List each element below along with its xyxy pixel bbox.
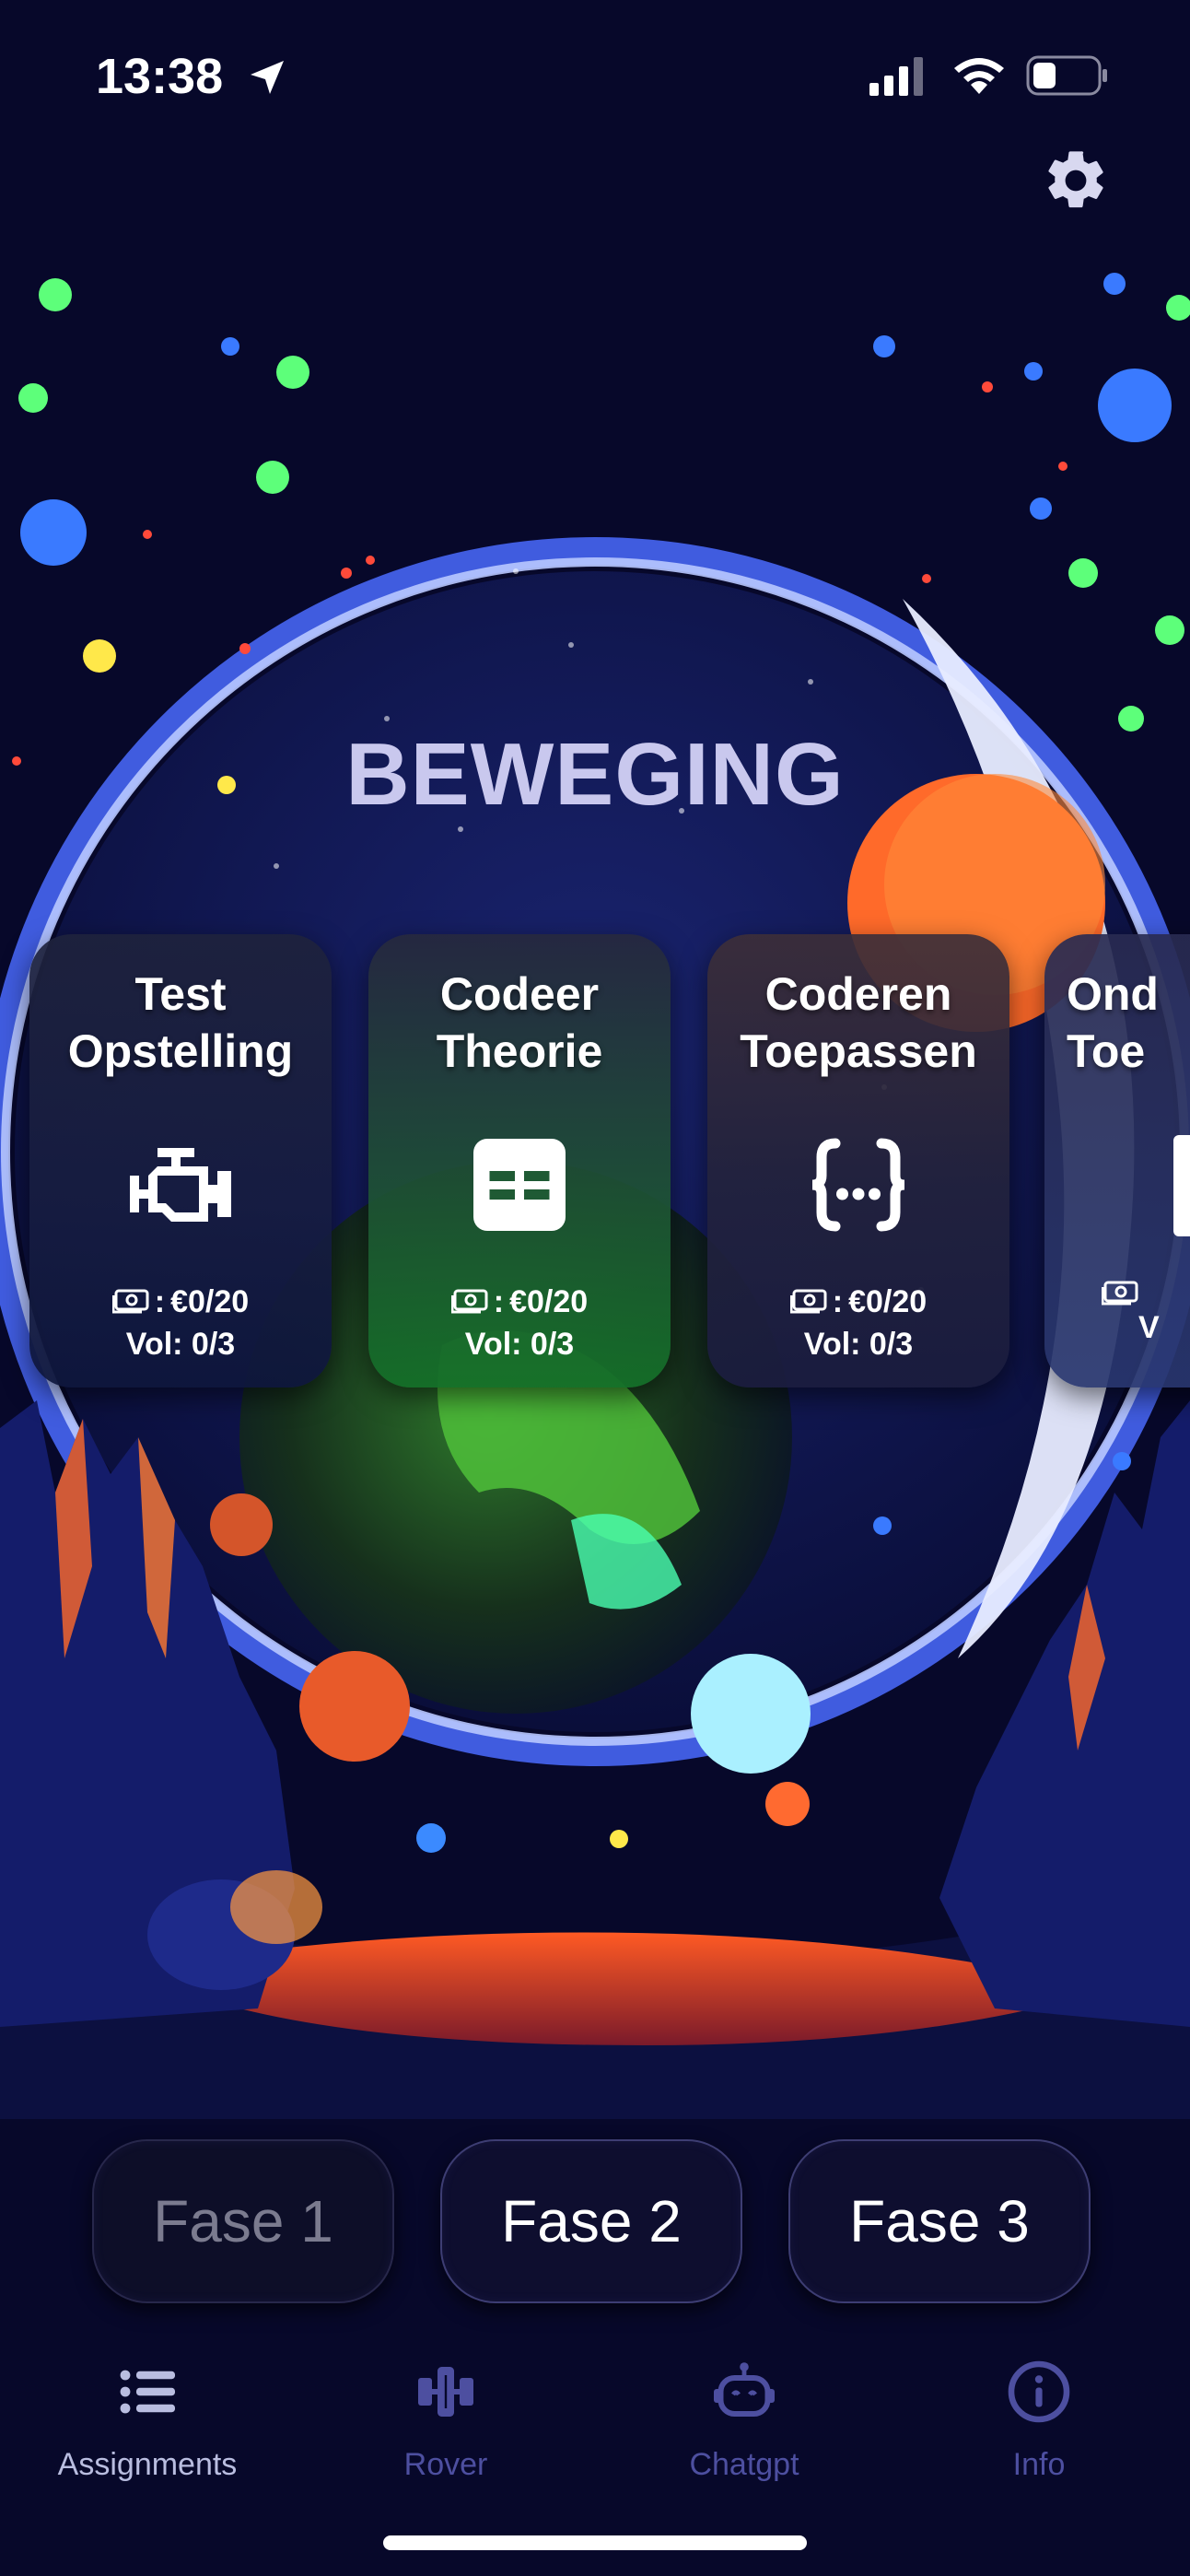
list-icon bbox=[120, 2370, 175, 2414]
table-icon bbox=[473, 1139, 566, 1231]
status-time: 13:38 bbox=[96, 49, 224, 104]
robot-icon bbox=[714, 2362, 775, 2417]
info-icon bbox=[1008, 2360, 1070, 2423]
card-vol: Vol: 0/3 bbox=[803, 1327, 914, 1362]
phase-1-button[interactable]: Fase 1 bbox=[92, 2139, 394, 2303]
money-icon bbox=[111, 1289, 149, 1314]
card-money-line: : €0/20 bbox=[368, 1281, 671, 1323]
assignment-card-partial[interactable]: Ond Toe V bbox=[1044, 934, 1190, 1388]
card-title-line1: Ond bbox=[1067, 968, 1159, 1020]
battery-icon bbox=[1026, 55, 1107, 96]
tab-assignments[interactable]: Assignments bbox=[28, 2359, 267, 2497]
money-prefix: : bbox=[154, 1284, 166, 1319]
tab-label: Info bbox=[1012, 2447, 1066, 2482]
card-title-line2: Opstelling bbox=[67, 1025, 294, 1077]
card-stats: : €0/20 Vol: 0/3 bbox=[707, 1281, 1009, 1365]
home-indicator[interactable] bbox=[383, 2535, 807, 2550]
card-title-line2: Toepassen bbox=[740, 1025, 977, 1077]
money-icon bbox=[789, 1289, 827, 1314]
cellular-signal-icon bbox=[869, 57, 923, 96]
money-prefix: : bbox=[493, 1284, 505, 1319]
tab-rover[interactable]: Rover bbox=[326, 2359, 566, 2497]
phase-3-button[interactable]: Fase 3 bbox=[788, 2139, 1091, 2303]
money-icon bbox=[450, 1289, 488, 1314]
code-braces-icon bbox=[811, 1138, 905, 1232]
card-title: Ond Toe bbox=[1067, 966, 1190, 1080]
card-icon-partial bbox=[1173, 1135, 1190, 1236]
card-money: €0/20 bbox=[848, 1284, 928, 1319]
card-title-line2: Toe bbox=[1067, 1025, 1146, 1077]
settings-gear-icon[interactable] bbox=[1041, 146, 1111, 216]
satellite-icon bbox=[418, 2367, 473, 2417]
wifi-icon bbox=[954, 58, 1004, 94]
card-title: Coderen Toepassen bbox=[707, 966, 1009, 1080]
tab-label: Rover bbox=[403, 2447, 488, 2482]
phase-2-button[interactable]: Fase 2 bbox=[440, 2139, 742, 2303]
location-arrow-icon bbox=[251, 61, 284, 94]
assignment-card-test-opstelling[interactable]: Test Opstelling : €0/20 Vol: 0/3 bbox=[29, 934, 332, 1388]
card-title-line1: Codeer bbox=[439, 968, 600, 1020]
card-vol: Vol: 0/3 bbox=[464, 1327, 575, 1362]
card-stats: V bbox=[1102, 1281, 1190, 1349]
section-title: BEWEGING bbox=[345, 725, 845, 824]
card-title: Test Opstelling bbox=[29, 966, 332, 1080]
card-money-line bbox=[1102, 1281, 1190, 1306]
card-stats: : €0/20 Vol: 0/3 bbox=[368, 1281, 671, 1365]
money-prefix: : bbox=[832, 1284, 844, 1319]
card-vol: V bbox=[1138, 1310, 1160, 1345]
card-money: €0/20 bbox=[170, 1284, 250, 1319]
card-title-line1: Test bbox=[134, 968, 227, 1020]
money-icon bbox=[1102, 1281, 1138, 1306]
card-money-line: : €0/20 bbox=[29, 1281, 332, 1323]
card-money-line: : €0/20 bbox=[707, 1281, 1009, 1323]
app-screen: 13:38 BEWEGING Test Opstelling: €0/20 V… bbox=[0, 0, 1190, 2576]
card-title-line2: Theorie bbox=[436, 1025, 603, 1077]
engine-icon bbox=[130, 1148, 231, 1222]
card-title: Codeer Theorie bbox=[368, 966, 671, 1080]
tab-info[interactable]: Info bbox=[919, 2359, 1159, 2497]
tab-label: Chatgpt bbox=[689, 2447, 799, 2482]
card-title-line1: Coderen bbox=[764, 968, 952, 1020]
card-stats: : €0/20 Vol: 0/3 bbox=[29, 1281, 332, 1365]
assignment-card-codeer-theorie[interactable]: Codeer Theorie : €0/20 Vol: 0/3 bbox=[368, 934, 671, 1388]
tab-chatgpt[interactable]: Chatgpt bbox=[624, 2359, 864, 2497]
card-money: €0/20 bbox=[509, 1284, 589, 1319]
assignment-card-coderen-toepassen[interactable]: Coderen Toepassen : €0/20 Vol: 0/3 bbox=[707, 934, 1009, 1388]
tab-label: Assignments bbox=[57, 2447, 238, 2482]
card-vol: Vol: 0/3 bbox=[125, 1327, 236, 1362]
